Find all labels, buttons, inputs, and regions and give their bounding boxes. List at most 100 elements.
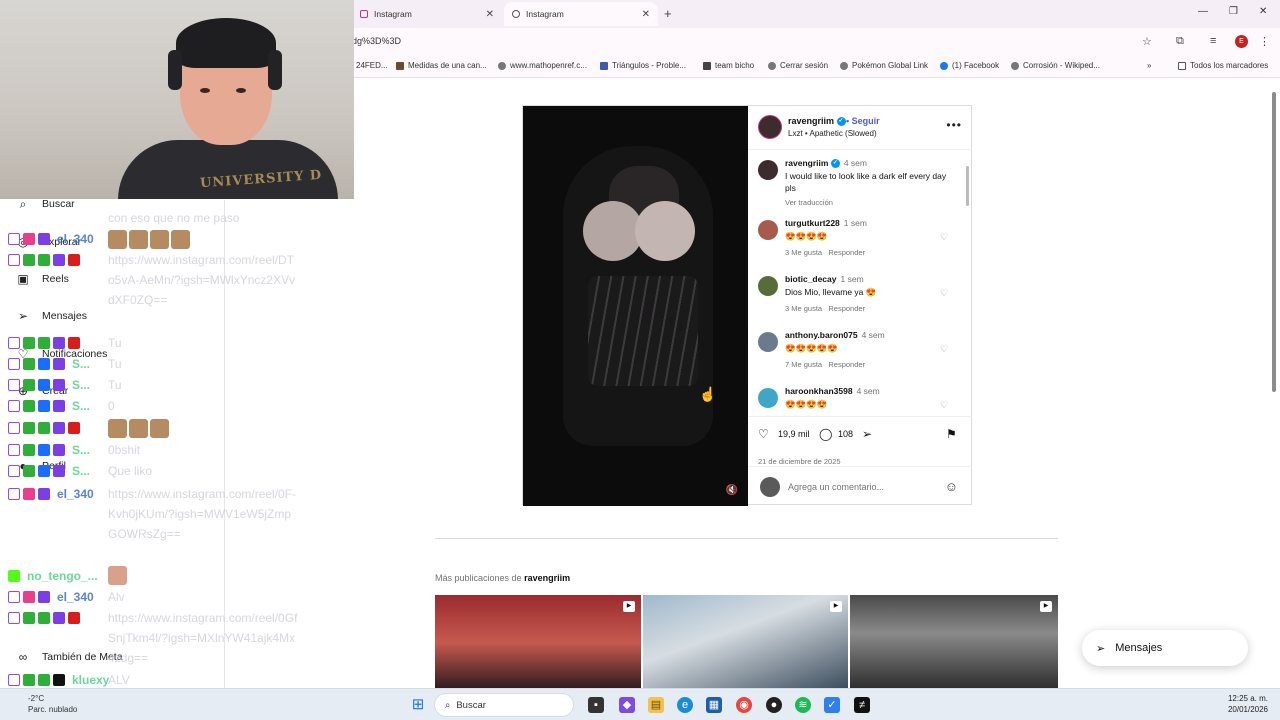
avatar[interactable] bbox=[758, 160, 778, 180]
chat-line: S... bbox=[8, 463, 90, 479]
bookmark-item[interactable]: (1) Facebook bbox=[940, 61, 999, 70]
heart-icon[interactable]: ♡ bbox=[940, 232, 948, 243]
post-audio[interactable]: Lxzt • Apathetic (Slowed) bbox=[788, 129, 877, 138]
bookmark-item[interactable]: Corrosión - Wikiped... bbox=[1011, 61, 1100, 70]
bookmark-item[interactable]: team bicho bbox=[703, 61, 754, 70]
clock[interactable]: 12:25 a. m. 20/01/2026 bbox=[1228, 693, 1268, 715]
chrome-icon[interactable]: ◉ bbox=[736, 697, 752, 713]
url-field[interactable]: dg%3D%3D bbox=[352, 36, 401, 46]
star-icon[interactable]: ☆ bbox=[1142, 35, 1152, 48]
post-thumbnail[interactable]: ▶ bbox=[643, 595, 848, 690]
emoji-icon[interactable]: ☺ bbox=[945, 479, 958, 494]
like-icon[interactable]: ♡ bbox=[758, 427, 769, 441]
comments-scrollbar[interactable] bbox=[964, 156, 970, 412]
meta-icon: ∞ bbox=[18, 650, 28, 664]
comment-user[interactable]: haroonkhan3598 4 sem bbox=[785, 386, 880, 396]
extensions-icon[interactable]: ⧉ bbox=[1176, 35, 1184, 48]
badge-icon bbox=[53, 612, 65, 624]
bookmark-item[interactable]: 24FED... bbox=[356, 61, 388, 70]
spotify-icon[interactable]: ≋ bbox=[795, 697, 811, 713]
avatar[interactable] bbox=[758, 332, 778, 352]
post-thumbnail[interactable]: ▶ bbox=[850, 595, 1058, 690]
media-icon[interactable]: ≡ bbox=[1210, 35, 1216, 47]
chevron-right-icon[interactable]: » bbox=[1147, 61, 1151, 70]
close-window-icon[interactable]: ✕ bbox=[1259, 6, 1267, 17]
heart-icon[interactable]: ♡ bbox=[940, 288, 948, 299]
minimize-icon[interactable]: — bbox=[1198, 6, 1208, 17]
bookmark-item[interactable]: www.mathopenref.c... bbox=[498, 61, 587, 70]
badge-icon bbox=[68, 422, 80, 434]
tab-instagram-2[interactable]: Instagram ✕ bbox=[504, 2, 658, 26]
post-username[interactable]: ravengriim ✓ bbox=[788, 116, 846, 127]
page-scrollbar[interactable] bbox=[1270, 82, 1278, 688]
task-view-icon[interactable]: ▪ bbox=[588, 697, 604, 713]
obs-icon[interactable]: ● bbox=[766, 697, 782, 713]
caption-user[interactable]: ravengriim ✓ 4 sem bbox=[785, 158, 867, 169]
windows-start-icon[interactable]: ⊞ bbox=[410, 697, 426, 713]
tab-instagram-1[interactable]: Instagram ✕ bbox=[352, 2, 502, 26]
taskbar-search[interactable]: ⌕ Buscar bbox=[434, 693, 574, 717]
all-bookmarks[interactable]: Todos los marcadores bbox=[1178, 61, 1268, 70]
translate-link[interactable]: Ver traducción bbox=[785, 198, 833, 207]
reply-button[interactable]: Responder bbox=[828, 360, 865, 369]
follow-button[interactable]: • Seguir bbox=[846, 116, 880, 126]
badge-icon bbox=[38, 465, 50, 477]
new-tab-button[interactable]: + bbox=[664, 6, 672, 21]
globe-icon bbox=[512, 10, 520, 18]
more-options-icon[interactable]: ••• bbox=[946, 118, 962, 132]
avatar[interactable] bbox=[758, 388, 778, 408]
heart-icon[interactable]: ♡ bbox=[940, 400, 948, 411]
comment-icon[interactable]: ◯ bbox=[819, 427, 832, 441]
heart-icon[interactable]: ♡ bbox=[940, 344, 948, 355]
more-posts-user[interactable]: ravengriim bbox=[524, 573, 570, 583]
bookmark-item[interactable]: Pokémon Global Link bbox=[840, 61, 928, 70]
bookmark-item[interactable]: Cerrar sesión bbox=[768, 61, 828, 70]
comment-input[interactable] bbox=[788, 482, 928, 492]
mute-icon[interactable]: 🔇 bbox=[726, 485, 738, 496]
media-figure bbox=[583, 201, 643, 261]
comment-user[interactable]: anthony.baron075 4 sem bbox=[785, 330, 885, 340]
scrollbar-thumb[interactable] bbox=[1272, 92, 1276, 392]
reply-button[interactable]: Responder bbox=[828, 304, 865, 313]
file-explorer-icon[interactable]: ▤ bbox=[648, 697, 664, 713]
sidebar-item-messages[interactable]: ➢ Mensajes bbox=[16, 309, 87, 323]
edge-icon[interactable]: e bbox=[677, 697, 693, 713]
comment-likes-count[interactable]: 3 Me gusta bbox=[785, 304, 822, 313]
verified-icon: ✓ bbox=[836, 117, 846, 127]
post-media[interactable]: ☝ 🔇 bbox=[523, 106, 748, 506]
share-icon[interactable]: ➢ bbox=[862, 427, 872, 441]
comment-text: 😍😍😍😍 bbox=[785, 399, 828, 409]
weather-widget[interactable]: -2°C Parc. nublado bbox=[28, 693, 77, 715]
bookmark-icon[interactable]: ⚑ bbox=[946, 427, 957, 441]
app-icon[interactable]: ✓ bbox=[824, 697, 840, 713]
menu-icon[interactable]: ⋮ bbox=[1259, 35, 1270, 48]
restore-icon[interactable]: ❐ bbox=[1229, 6, 1238, 17]
like-count[interactable]: 19,9 mil bbox=[778, 429, 810, 439]
comment-user[interactable]: turgutkurt228 1 sem bbox=[785, 218, 867, 228]
floating-messages-button[interactable]: ➢ Mensajes bbox=[1082, 630, 1248, 666]
sidebar-item-reels[interactable]: ▣ Reels bbox=[16, 272, 69, 286]
comment-likes-count[interactable]: 7 Me gusta bbox=[785, 360, 822, 369]
comment-likes-count[interactable]: 3 Me gusta bbox=[785, 248, 822, 257]
scrollbar-thumb[interactable] bbox=[966, 166, 969, 206]
chat-line bbox=[8, 420, 80, 436]
sidebar-item-search[interactable]: ⌕ Buscar bbox=[16, 197, 75, 211]
close-icon[interactable]: ✕ bbox=[642, 9, 650, 20]
sidebar-item-meta[interactable]: ∞ También de Meta bbox=[16, 650, 123, 664]
close-icon[interactable]: ✕ bbox=[486, 9, 494, 20]
badge-icon bbox=[38, 444, 50, 456]
post-thumbnail[interactable]: ▶ bbox=[435, 595, 641, 690]
comment-user[interactable]: biotic_decay 1 sem bbox=[785, 274, 864, 284]
avatar[interactable] bbox=[758, 220, 778, 240]
avatar[interactable] bbox=[758, 276, 778, 296]
bookmark-item[interactable]: Medidas de una can... bbox=[396, 61, 487, 70]
comment-text: 😍😍😍😍😍 bbox=[785, 343, 838, 353]
chat-line: el_340 bbox=[8, 231, 94, 247]
profile-avatar[interactable]: E bbox=[1235, 35, 1248, 48]
app-icon[interactable]: ◆ bbox=[619, 697, 635, 713]
avatar[interactable] bbox=[758, 115, 782, 139]
store-icon[interactable]: ▦ bbox=[706, 697, 722, 713]
app-icon[interactable]: ≠ bbox=[854, 697, 870, 713]
reply-button[interactable]: Responder bbox=[828, 248, 865, 257]
bookmark-item[interactable]: Triángulos - Proble... bbox=[600, 61, 686, 70]
